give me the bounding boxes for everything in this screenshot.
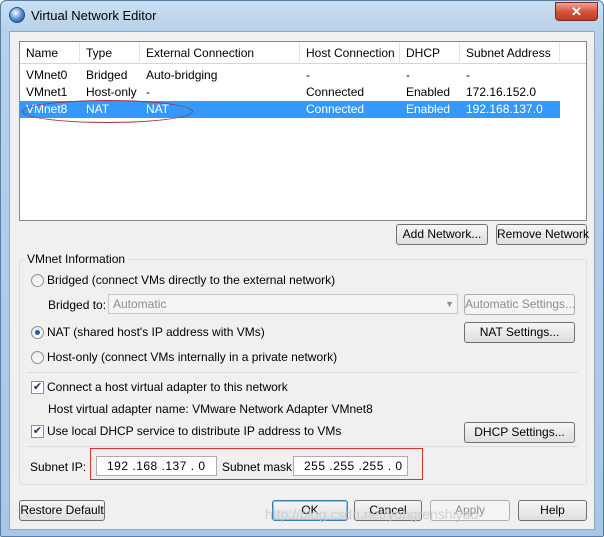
virtual-network-editor-window: Virtual Network Editor ✕ Name Type Exter… — [0, 0, 604, 537]
dhcp-label[interactable]: Use local DHCP service to distribute IP … — [47, 424, 341, 438]
table-row[interactable]: VMnet0 Bridged Auto-bridging - - - — [20, 67, 586, 84]
subnet-ip-input[interactable]: 192 .168 .137 . 0 — [96, 456, 217, 476]
cell-subnet: 192.168.137.0 — [466, 102, 543, 116]
dialog-body: Name Type External Connection Host Conne… — [9, 31, 595, 530]
bridged-to-label: Bridged to: — [48, 298, 107, 312]
group-label: VMnet Information — [25, 252, 128, 266]
chevron-down-icon: ▼ — [445, 299, 454, 309]
column-header-type[interactable]: Type — [80, 42, 140, 64]
host-only-label[interactable]: Host-only (connect VMs internally in a p… — [47, 350, 337, 364]
cell-host: - — [306, 68, 310, 82]
subnet-mask-input[interactable]: 255 .255 .255 . 0 — [293, 456, 408, 476]
nat-settings-button[interactable]: NAT Settings... — [464, 322, 575, 343]
cell-type: Bridged — [86, 68, 128, 82]
cell-name: VMnet1 — [26, 85, 68, 99]
subnet-ip-label: Subnet IP: — [30, 460, 87, 474]
cell-dhcp: - — [406, 68, 410, 82]
globe-icon — [9, 7, 25, 23]
add-network-button[interactable]: Add Network... — [396, 224, 488, 245]
remove-network-button[interactable]: Remove Network — [496, 224, 589, 245]
column-header-host-connection[interactable]: Host Connection — [300, 42, 400, 64]
connect-adapter-label[interactable]: Connect a host virtual adapter to this n… — [47, 380, 288, 394]
column-header-dhcp[interactable]: DHCP — [400, 42, 460, 64]
bridged-to-dropdown[interactable]: Automatic ▼ — [108, 294, 458, 314]
cell-external: Auto-bridging — [146, 68, 218, 82]
dhcp-checkbox[interactable]: ✔ — [31, 425, 44, 438]
watermark-text: http://blog.csdn.net/yongrenshiyao — [265, 506, 479, 522]
table-header: Name Type External Connection Host Conne… — [20, 42, 586, 64]
cell-type: Host-only — [86, 85, 137, 99]
column-header-external-connection[interactable]: External Connection — [140, 42, 300, 64]
cell-host: Connected — [306, 85, 365, 99]
dhcp-settings-button[interactable]: DHCP Settings... — [464, 422, 575, 443]
column-header-subnet-address[interactable]: Subnet Address — [460, 42, 560, 64]
window-title: Virtual Network Editor — [31, 8, 157, 23]
nat-label[interactable]: NAT (shared host's IP address with VMs) — [47, 325, 265, 339]
highlight-ellipse — [22, 100, 193, 123]
table-row[interactable]: VMnet1 Host-only - Connected Enabled 172… — [20, 84, 586, 101]
divider — [26, 446, 578, 447]
cell-subnet: - — [466, 68, 470, 82]
bridged-label[interactable]: Bridged (connect VMs directly to the ext… — [47, 273, 335, 287]
cell-dhcp: Enabled — [406, 85, 451, 99]
close-button[interactable]: ✕ — [555, 2, 598, 21]
help-button[interactable]: Help — [518, 500, 587, 521]
cell-name: VMnet0 — [26, 68, 68, 82]
column-header-name[interactable]: Name — [20, 42, 80, 64]
host-only-radio[interactable] — [31, 351, 44, 364]
adapter-name-text: Host virtual adapter name: VMware Networ… — [48, 402, 373, 416]
network-table[interactable]: Name Type External Connection Host Conne… — [19, 41, 587, 221]
subnet-mask-label: Subnet mask: — [222, 460, 296, 474]
title-bar[interactable]: Virtual Network Editor ✕ — [1, 1, 603, 31]
bridged-to-value: Automatic — [113, 297, 167, 311]
connect-adapter-checkbox[interactable]: ✔ — [31, 381, 44, 394]
automatic-settings-button[interactable]: Automatic Settings... — [464, 294, 575, 315]
nat-radio[interactable] — [31, 326, 44, 339]
cell-external: - — [146, 85, 150, 99]
divider — [26, 372, 578, 373]
cell-dhcp: Enabled — [406, 102, 451, 116]
cell-host: Connected — [306, 102, 365, 116]
restore-default-button[interactable]: Restore Default — [19, 500, 105, 521]
bridged-radio[interactable] — [31, 274, 44, 287]
cell-subnet: 172.16.152.0 — [466, 85, 537, 99]
